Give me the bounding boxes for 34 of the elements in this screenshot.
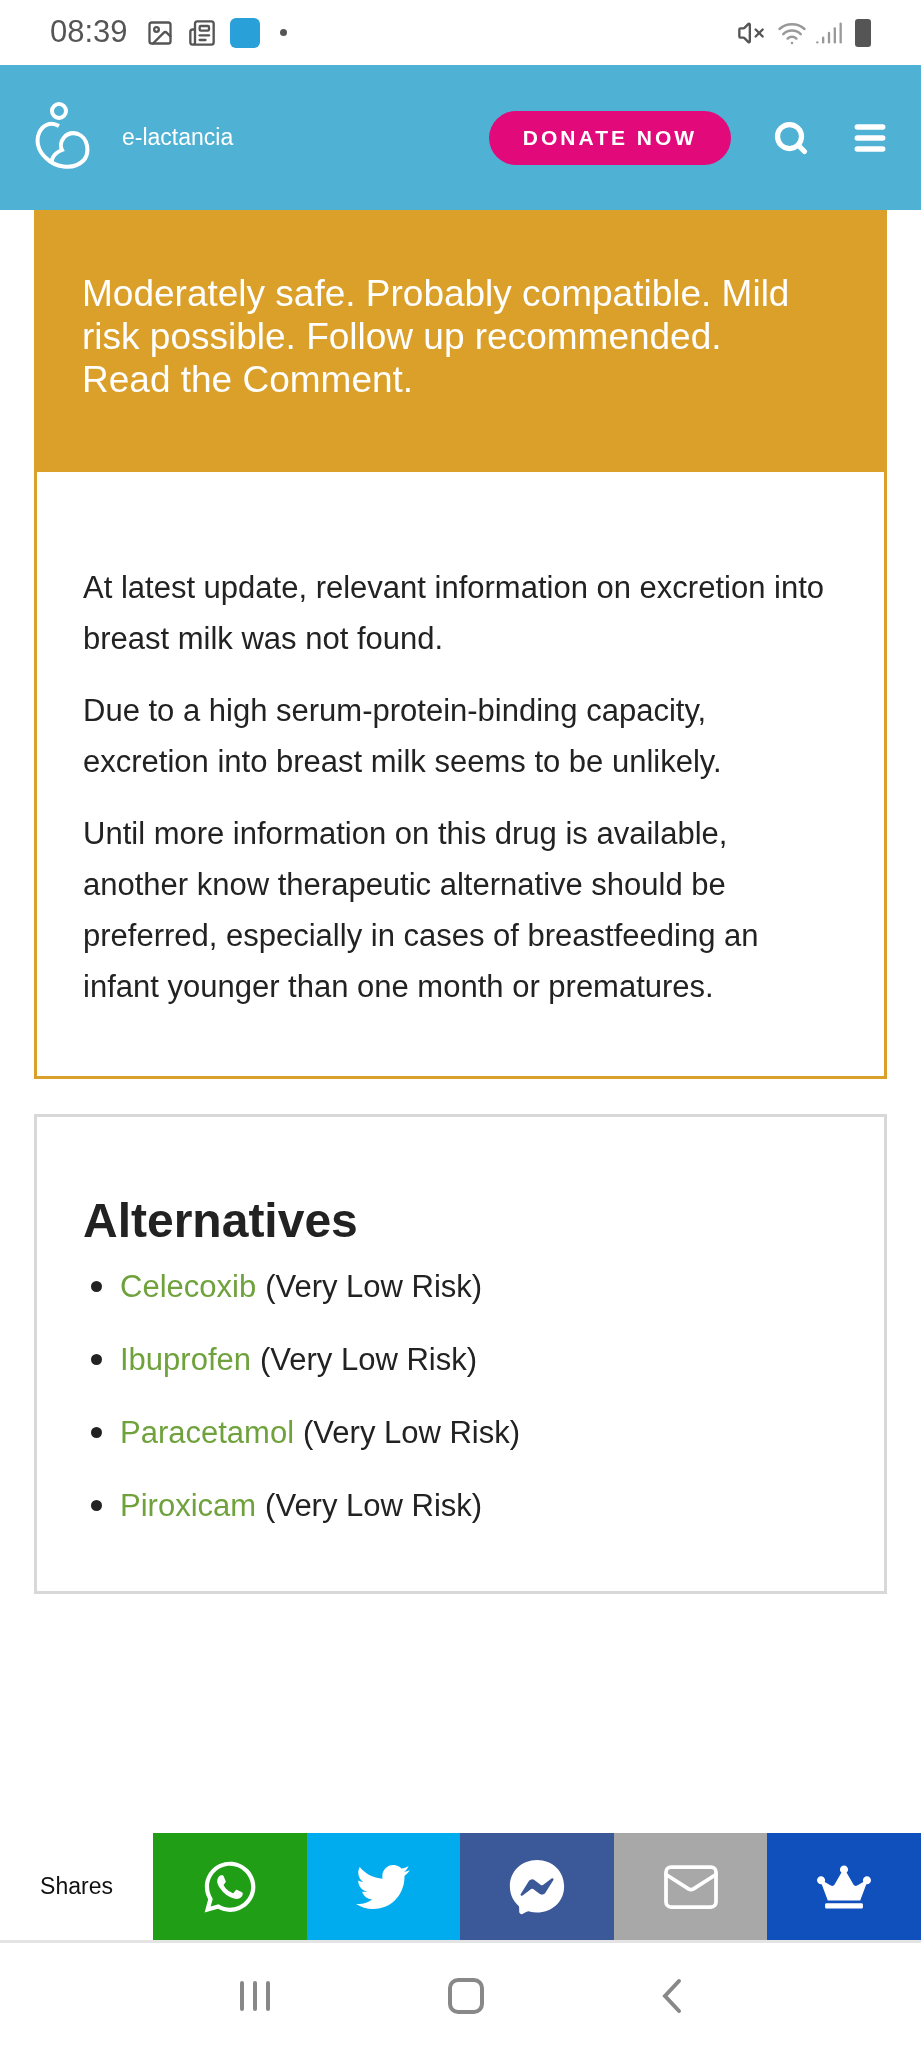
recent-apps-icon[interactable] xyxy=(238,1978,273,2013)
battery-icon xyxy=(855,18,871,47)
bullet-icon xyxy=(91,1500,102,1511)
messenger-button[interactable] xyxy=(460,1833,614,1940)
crown-button[interactable] xyxy=(767,1833,921,1940)
drug-link[interactable]: Celecoxib xyxy=(120,1263,257,1310)
comment-paragraph: Until more information on this drug is available, another know therapeutic alternative should be preferred, especially in cases of breastfeeding an infant younger than one month or prematures. xyxy=(83,815,760,1006)
bullet-icon xyxy=(91,1281,102,1292)
messenger-icon xyxy=(509,1858,565,1915)
shares-label: Shares xyxy=(39,1872,114,1902)
comment-paragraph: At latest update, relevant information on excretion into breast milk was not found. xyxy=(83,569,825,658)
clock: 08:39 xyxy=(50,13,128,52)
image-icon xyxy=(145,18,174,47)
home-icon[interactable] xyxy=(448,1977,485,2014)
whatsapp-button[interactable] xyxy=(153,1833,307,1940)
risk-label: (Very Low Risk) xyxy=(260,1341,478,1379)
newspaper-icon xyxy=(187,18,216,47)
site-name[interactable]: e-lactancia xyxy=(122,120,234,155)
risk-label: (Very Low Risk) xyxy=(265,1487,483,1525)
bullet-icon xyxy=(91,1354,102,1365)
app-icon xyxy=(229,17,260,48)
risk-label: (Very Low Risk) xyxy=(265,1268,483,1306)
drug-link[interactable]: Paracetamol xyxy=(120,1409,295,1456)
donate-button[interactable]: DONATE NOW xyxy=(489,110,731,165)
comment-paragraph: Due to a high serum-protein-binding capacity, excretion into breast milk seems to be unlikely. xyxy=(83,692,723,781)
bullet-icon xyxy=(91,1427,102,1438)
risk-text: Moderately safe. Probably compatible. Mild risk possible. Follow up recommended. xyxy=(82,272,791,358)
drug-link[interactable]: Piroxicam xyxy=(120,1482,257,1529)
alternatives-heading: Alternatives xyxy=(83,1193,359,1249)
risk-label: (Very Low Risk) xyxy=(303,1414,521,1452)
drug-link[interactable]: Ibuprofen xyxy=(120,1336,251,1383)
search-icon[interactable] xyxy=(773,119,809,156)
back-icon[interactable] xyxy=(660,1977,683,2014)
risk-text: Read the Comment. xyxy=(82,358,415,401)
